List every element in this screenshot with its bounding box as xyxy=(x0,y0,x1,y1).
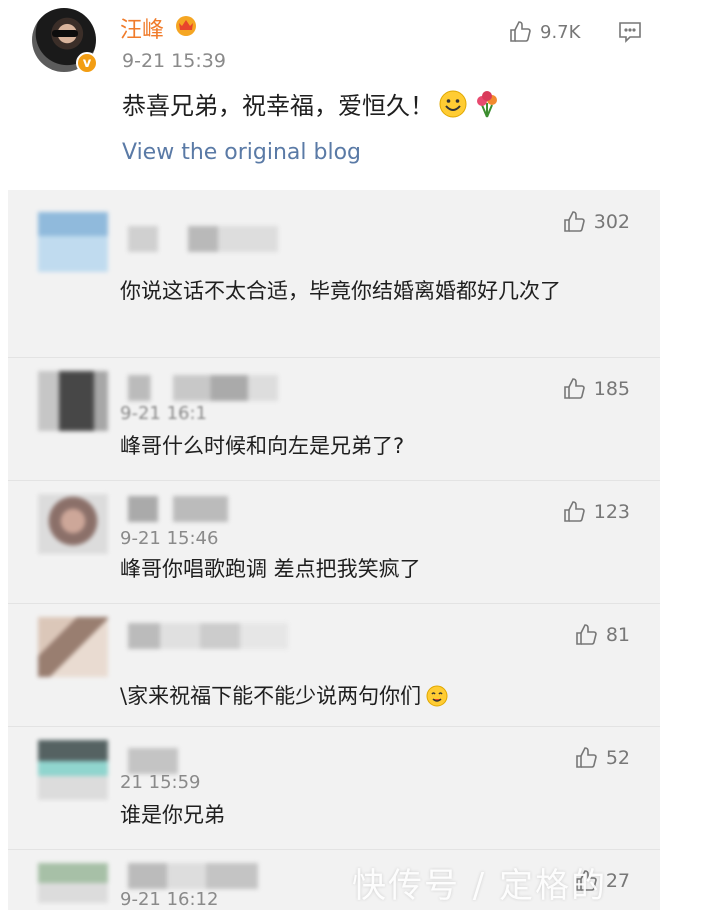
watermark: 快传号 / 定格的 xyxy=(352,866,608,906)
comment-list: 302 你说这话不太合适，毕竟你结婚离婚都好几次了 9-21 16:1 185 … xyxy=(8,190,660,910)
comment-avatar[interactable] xyxy=(38,494,108,554)
comment-time: 9-21 15:46 xyxy=(120,528,219,549)
post-text: 恭喜兄弟，祝幸福，爱恒久！ xyxy=(122,86,502,121)
comment-time: 9-21 16:1 xyxy=(120,403,207,424)
comment-like-button[interactable]: 52 xyxy=(574,746,630,770)
comment-like-count: 123 xyxy=(593,501,630,523)
comment-item: 21 15:59 52 谁是你兄弟 xyxy=(8,726,660,850)
post-like-button[interactable]: 9.7K xyxy=(508,20,580,44)
comment-time: 9-21 16:12 xyxy=(120,889,219,910)
comment-text: 峰哥什么时候和向左是兄弟了? xyxy=(120,434,405,458)
comment-username-blurred[interactable] xyxy=(128,863,258,889)
comment-like-count: 302 xyxy=(593,211,630,233)
comment-icon[interactable] xyxy=(618,20,642,44)
yummy-emoji-icon xyxy=(426,685,448,707)
comment-avatar[interactable] xyxy=(38,617,108,677)
post-username[interactable]: 汪峰 xyxy=(120,12,164,44)
comment-username-blurred[interactable] xyxy=(128,375,278,401)
comment-username-blurred[interactable] xyxy=(128,226,278,252)
comment-text: 谁是你兄弟 xyxy=(120,803,225,827)
comment-avatar[interactable] xyxy=(38,740,108,800)
comment-like-count: 81 xyxy=(605,624,630,646)
comment-like-button[interactable]: 302 xyxy=(562,210,630,234)
comment-username-blurred[interactable] xyxy=(128,748,178,774)
thumb-up-icon xyxy=(563,501,585,522)
comment-like-button[interactable]: 185 xyxy=(562,377,630,401)
post-time: 9-21 15:39 xyxy=(122,50,226,72)
thumb-up-icon xyxy=(576,747,597,768)
verified-badge: v xyxy=(76,52,98,74)
weibo-post: v 汪峰 9-21 15:39 9.7K 恭喜兄弟，祝幸福，爱恒久！ View … xyxy=(0,0,720,190)
comment-avatar[interactable] xyxy=(38,371,108,431)
comment-text: 峰哥你唱歌跑调 差点把我笑疯了 xyxy=(120,557,421,581)
comment-like-button[interactable]: 123 xyxy=(562,500,630,524)
vip-crown-icon xyxy=(176,16,196,36)
thumb-up-icon xyxy=(563,378,585,399)
view-original-link[interactable]: View the original blog xyxy=(122,140,361,165)
comment-like-count: 185 xyxy=(593,378,630,400)
post-text-content: 恭喜兄弟，祝幸福，爱恒久！ xyxy=(122,92,434,120)
comment-text: \家来祝福下能不能少说两句你们 xyxy=(120,679,620,713)
comment-username-blurred[interactable] xyxy=(128,496,228,522)
smile-emoji-icon xyxy=(439,90,467,117)
comment-item: 9-21 15:46 123 峰哥你唱歌跑调 差点把我笑疯了 xyxy=(8,480,660,604)
comment-like-count: 27 xyxy=(605,870,630,892)
comment-item: 81 \家来祝福下能不能少说两句你们 xyxy=(8,603,660,727)
comment-text-content: \家来祝福下能不能少说两句你们 xyxy=(120,684,422,708)
comment-text: 你说这话不太合适，毕竟你结婚离婚都好几次了 xyxy=(120,279,561,303)
flowers-emoji-icon xyxy=(477,90,497,117)
comment-avatar[interactable] xyxy=(38,212,108,272)
thumb-up-icon xyxy=(510,21,531,42)
comment-like-button[interactable]: 81 xyxy=(574,623,630,647)
comment-avatar[interactable] xyxy=(38,863,108,903)
comment-item: 302 你说这话不太合适，毕竟你结婚离婚都好几次了 xyxy=(8,190,660,358)
comment-username-blurred[interactable] xyxy=(128,623,288,649)
comment-item: 9-21 16:1 185 峰哥什么时候和向左是兄弟了? xyxy=(8,357,660,481)
thumb-up-icon xyxy=(563,211,585,232)
post-like-count: 9.7K xyxy=(540,21,581,43)
thumb-up-icon xyxy=(576,624,597,645)
comment-like-count: 52 xyxy=(605,747,630,769)
comment-time: 21 15:59 xyxy=(120,772,201,793)
